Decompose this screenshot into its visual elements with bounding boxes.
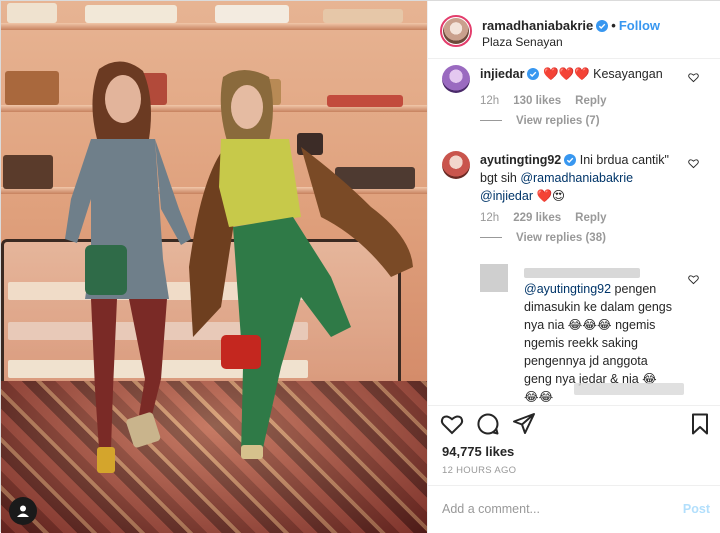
laugh-emoji: 😂: [538, 390, 554, 404]
laugh-emoji: 😂: [582, 318, 598, 332]
bookmark-icon[interactable]: [688, 412, 712, 436]
reply-text: ngemis: [615, 318, 656, 332]
share-send-icon[interactable]: [512, 412, 536, 436]
comment-text: Kesayangan: [593, 67, 663, 81]
reply-text: pengen: [614, 282, 657, 296]
post-photo[interactable]: [1, 1, 427, 533]
add-comment-input[interactable]: Add a comment...: [442, 502, 540, 516]
laugh-emoji: 😂: [567, 318, 583, 332]
reply-text: dimasukin ke dalam gengs: [524, 300, 672, 314]
shelf-bag: [215, 5, 289, 23]
author-username[interactable]: ramadhaniabakrie: [482, 18, 593, 33]
verified-badge-icon: [527, 68, 540, 80]
woman-left-figure: [65, 61, 191, 473]
post-side-panel: ramadhaniabakrie • Follow Plaza Senayan in…: [427, 1, 720, 533]
laugh-emoji: 😂: [597, 318, 612, 332]
post-actions: 94,775 likes 12 HOURS AGO: [428, 405, 720, 495]
view-replies-button[interactable]: View replies (7): [480, 115, 600, 127]
view-replies-button[interactable]: View replies (38): [480, 232, 606, 244]
like-comment-icon[interactable]: [688, 158, 699, 169]
post-comment-button[interactable]: Post: [683, 502, 710, 516]
verified-badge-icon: [596, 20, 609, 32]
comment-age: 12h: [480, 95, 500, 107]
comments-list[interactable]: injiedar ❤️❤️❤️ Kesayangan 12h 130 likes R…: [428, 59, 720, 405]
comment-meta: 12h 130 likes Reply: [480, 95, 620, 107]
follow-button[interactable]: Follow: [619, 18, 660, 33]
comment-text: bgt sih: [480, 171, 517, 185]
author-line: ramadhaniabakrie • Follow: [482, 18, 660, 33]
replier-avatar-blurred: [480, 264, 508, 292]
comment-likes[interactable]: 130 likes: [513, 95, 561, 107]
comment-body: ayutingting92 Ini brdua cantik" bgt sih …: [480, 151, 690, 205]
woman-right-figure: [189, 70, 413, 459]
like-count[interactable]: 94,775 likes: [442, 444, 514, 459]
comment-body: injiedar ❤️❤️❤️ Kesayangan: [480, 65, 690, 83]
comment-text: Ini brdua cantik": [579, 153, 669, 167]
post-timestamp[interactable]: 12 HOURS AGO: [442, 465, 516, 476]
comment-mention[interactable]: @injiedar: [480, 189, 533, 203]
like-heart-icon[interactable]: [440, 412, 464, 436]
like-comment-icon[interactable]: [688, 274, 699, 285]
commenter-avatar[interactable]: [442, 151, 470, 179]
blurred-username: [524, 268, 640, 278]
person-icon: [17, 505, 29, 517]
instagram-post-frame: ramadhaniabakrie • Follow Plaza Senayan in…: [0, 0, 720, 533]
comment-meta: 12h 229 likes Reply: [480, 212, 620, 224]
reply-button[interactable]: Reply: [575, 95, 606, 107]
reply-text: ngemis reekk saking: [524, 336, 638, 350]
reply-button[interactable]: Reply: [575, 212, 606, 224]
comment-likes[interactable]: 229 likes: [513, 212, 561, 224]
verified-badge-icon: [564, 154, 577, 166]
photo-shelf: [1, 23, 427, 30]
reply-text: pengennya jd anggota: [524, 354, 648, 368]
comment-bubble-icon[interactable]: [476, 412, 500, 436]
commenter-avatar[interactable]: [442, 65, 470, 93]
post-header: ramadhaniabakrie • Follow Plaza Senayan: [428, 1, 720, 59]
blurred-text: [574, 383, 684, 395]
reply-mention[interactable]: @ayutingting92: [524, 282, 611, 296]
laugh-emoji: 😂: [524, 390, 539, 404]
comment-username[interactable]: ayutingting92: [480, 153, 561, 167]
comment-username[interactable]: injiedar: [480, 67, 524, 81]
comment-age: 12h: [480, 212, 500, 224]
shelf-bag: [3, 155, 53, 189]
header-separator: •: [611, 18, 616, 33]
comment-mention[interactable]: @ramadhaniabakrie: [520, 171, 633, 185]
shelf-bag: [323, 9, 403, 23]
tagged-user-icon[interactable]: [9, 497, 37, 525]
add-comment-bar: Add a comment... Post: [428, 485, 720, 533]
like-comment-icon[interactable]: [688, 72, 699, 83]
shelf-bag: [85, 5, 177, 23]
reply-text: nya nia: [524, 318, 565, 332]
comment-emoji: ❤️😍: [536, 189, 566, 203]
author-avatar[interactable]: [440, 15, 472, 47]
shelf-bag: [7, 3, 57, 23]
comment-emoji: ❤️❤️❤️: [542, 67, 590, 81]
post-location[interactable]: Plaza Senayan: [482, 35, 563, 49]
